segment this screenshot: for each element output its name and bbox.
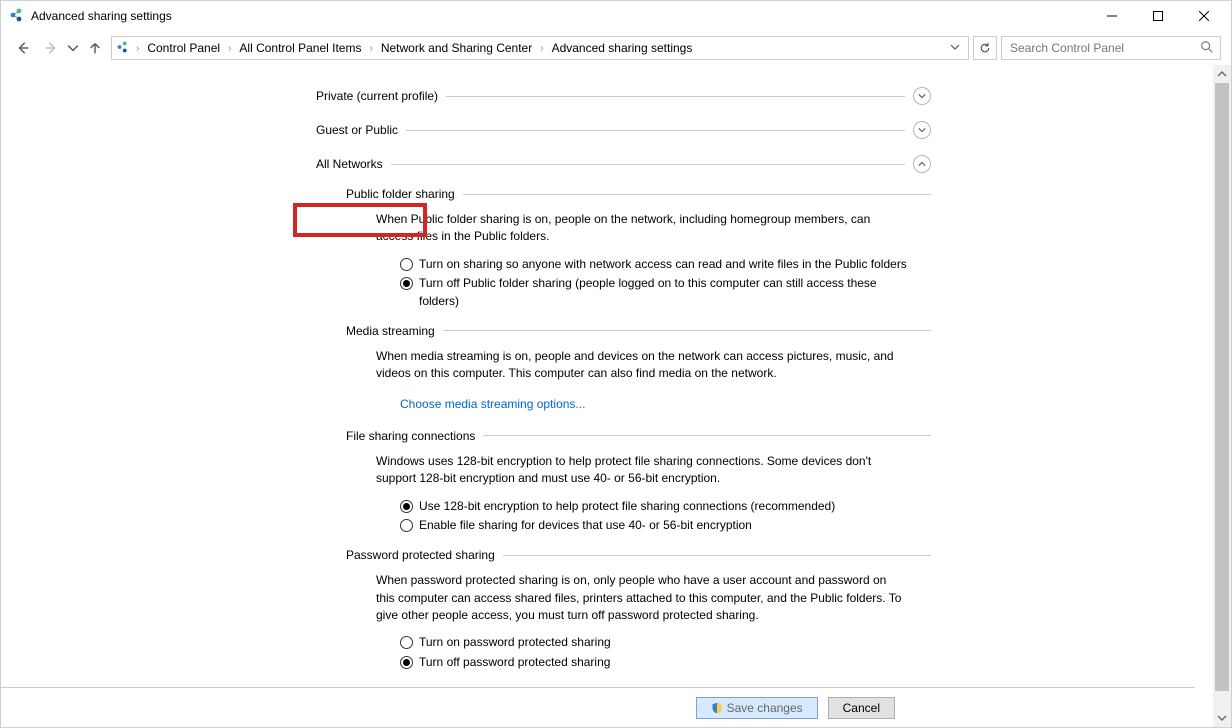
cancel-button[interactable]: Cancel	[828, 697, 895, 719]
section-password-protected-sharing: Password protected sharing	[346, 548, 931, 562]
location-icon	[116, 40, 130, 57]
search-input[interactable]	[1008, 40, 1178, 56]
profile-all-networks-header[interactable]: All Networks	[316, 147, 931, 181]
pfs-description: When Public folder sharing is on, people…	[376, 211, 906, 246]
footer-bar: Save changes Cancel	[1, 687, 1195, 727]
close-button[interactable]	[1181, 1, 1227, 31]
radio-label: Enable file sharing for devices that use…	[419, 517, 909, 534]
profile-all-networks-label: All Networks	[316, 157, 383, 171]
forward-button[interactable]	[39, 36, 63, 60]
radio-icon	[400, 519, 413, 532]
chevron-right-icon: ›	[367, 43, 374, 54]
button-label: Cancel	[843, 701, 880, 715]
vertical-scrollbar[interactable]	[1213, 65, 1231, 727]
up-button[interactable]	[83, 36, 107, 60]
pps-description: When password protected sharing is on, o…	[376, 572, 906, 624]
radio-icon	[400, 656, 413, 669]
radio-icon	[400, 500, 413, 513]
radio-label: Turn on sharing so anyone with network a…	[419, 256, 909, 273]
profile-private-header[interactable]: Private (current profile)	[316, 79, 931, 113]
section-heading: Password protected sharing	[346, 548, 503, 562]
radio-icon	[400, 258, 413, 271]
scroll-up-icon[interactable]	[1213, 65, 1231, 83]
section-heading: Public folder sharing	[346, 187, 463, 201]
section-heading: File sharing connections	[346, 429, 483, 443]
profile-private-label: Private (current profile)	[316, 89, 438, 103]
history-dropdown[interactable]	[67, 36, 79, 60]
chevron-right-icon: ›	[538, 43, 545, 54]
window-title: Advanced sharing settings	[31, 9, 172, 23]
radio-fsc-128[interactable]: Use 128-bit encryption to help protect f…	[400, 498, 931, 515]
search-icon	[1200, 40, 1214, 57]
breadcrumb-item[interactable]: Network and Sharing Center	[379, 39, 534, 57]
address-bar[interactable]: › Control Panel › All Control Panel Item…	[111, 36, 969, 60]
refresh-button[interactable]	[973, 36, 997, 60]
section-media-streaming: Media streaming	[346, 324, 931, 338]
maximize-button[interactable]	[1135, 1, 1181, 31]
radio-icon	[400, 636, 413, 649]
shield-icon	[711, 702, 723, 714]
scroll-down-icon[interactable]	[1213, 709, 1231, 727]
radio-label: Turn off Public folder sharing (people l…	[419, 275, 909, 310]
chevron-down-icon[interactable]	[913, 121, 931, 139]
breadcrumb-item[interactable]: All Control Panel Items	[237, 39, 363, 57]
radio-icon	[400, 277, 413, 290]
profile-guest-header[interactable]: Guest or Public	[316, 113, 931, 147]
section-heading: Media streaming	[346, 324, 443, 338]
fsc-description: Windows uses 128-bit encryption to help …	[376, 453, 906, 488]
radio-pps-off[interactable]: Turn off password protected sharing	[400, 654, 931, 671]
radio-label: Turn on password protected sharing	[419, 634, 909, 651]
section-public-folder-sharing: Public folder sharing	[346, 187, 931, 201]
chevron-down-icon[interactable]	[913, 87, 931, 105]
breadcrumb-item[interactable]: Advanced sharing settings	[550, 39, 695, 57]
section-file-sharing-connections: File sharing connections	[346, 429, 931, 443]
chevron-right-icon: ›	[226, 43, 233, 54]
address-dropdown-icon[interactable]	[946, 41, 964, 55]
back-button[interactable]	[11, 36, 35, 60]
radio-label: Turn off password protected sharing	[419, 654, 909, 671]
media-streaming-link[interactable]: Choose media streaming options...	[400, 397, 585, 411]
radio-pps-on[interactable]: Turn on password protected sharing	[400, 634, 931, 651]
radio-fsc-4056[interactable]: Enable file sharing for devices that use…	[400, 517, 931, 534]
media-description: When media streaming is on, people and d…	[376, 348, 906, 383]
chevron-right-icon: ›	[134, 43, 141, 54]
save-changes-button[interactable]: Save changes	[696, 697, 818, 719]
button-label: Save changes	[727, 701, 803, 715]
nav-row: › Control Panel › All Control Panel Item…	[1, 31, 1231, 65]
search-box[interactable]	[1001, 36, 1221, 60]
chevron-up-icon[interactable]	[913, 155, 931, 173]
scrollbar-thumb[interactable]	[1215, 83, 1229, 691]
app-icon	[9, 7, 25, 26]
radio-label: Use 128-bit encryption to help protect f…	[419, 498, 909, 515]
title-bar: Advanced sharing settings	[1, 1, 1231, 31]
minimize-button[interactable]	[1089, 1, 1135, 31]
radio-pfs-on[interactable]: Turn on sharing so anyone with network a…	[400, 256, 931, 273]
radio-pfs-off[interactable]: Turn off Public folder sharing (people l…	[400, 275, 931, 310]
profile-guest-label: Guest or Public	[316, 123, 398, 137]
breadcrumb-item[interactable]: Control Panel	[145, 39, 222, 57]
